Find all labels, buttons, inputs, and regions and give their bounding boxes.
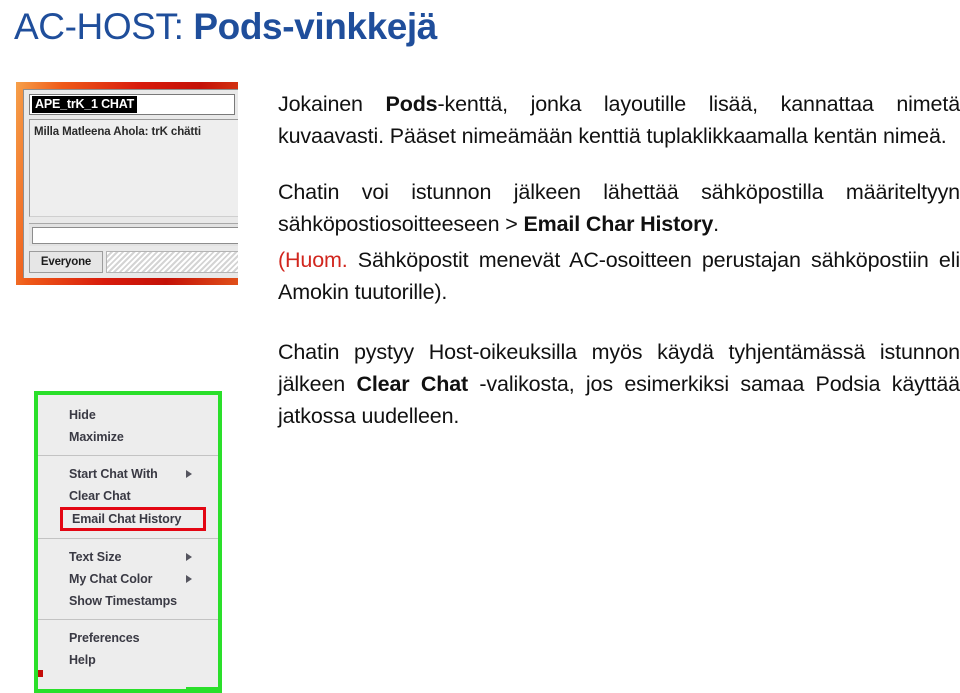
menu-item-clear-chat[interactable]: Clear Chat: [38, 485, 218, 507]
menu-item-my-chat-color[interactable]: My Chat Color: [38, 568, 218, 590]
p1-text-a: Jokainen: [278, 92, 386, 116]
menu-item-label: Preferences: [69, 631, 140, 645]
menu-item-hide[interactable]: Hide: [38, 404, 218, 426]
menu-item-label: Clear Chat: [69, 489, 131, 503]
chat-message: Milla Matleena Ahola: trK chätti: [34, 126, 201, 138]
menu-item-label: Show Timestamps: [69, 594, 178, 608]
page-title: AC-HOST: Pods-vinkkejä: [14, 2, 437, 52]
menu-item-maximize[interactable]: Maximize: [38, 426, 218, 448]
menu-item-label: My Chat Color: [69, 572, 153, 586]
screenshot-column: APE_trK_1 CHAT Milla Matleena Ahola: trK…: [16, 82, 238, 693]
chat-recipient-selector[interactable]: Everyone: [29, 251, 103, 273]
chat-name-field-value: APE_trK_1 CHAT: [32, 96, 138, 113]
chat-name-field[interactable]: APE_trK_1 CHAT: [29, 94, 235, 115]
chat-window-screenshot: APE_trK_1 CHAT Milla Matleena Ahola: trK…: [16, 82, 238, 285]
page-title-prefix: AC-HOST:: [14, 6, 194, 47]
menu-separator: [38, 619, 218, 620]
menu-separator: [38, 538, 218, 539]
menu-item-label: Start Chat With: [69, 467, 158, 481]
menu-group-appearance: Text Size My Chat Color Show Timestamps: [38, 546, 218, 612]
menu-item-preferences[interactable]: Preferences: [38, 627, 218, 649]
p1-term-pods: Pods: [385, 92, 438, 116]
menu-item-label: Text Size: [69, 550, 122, 564]
chat-message-input[interactable]: [32, 227, 238, 244]
menu-corner-marker: [38, 670, 43, 677]
chat-input-row: [29, 223, 238, 246]
paragraph-email-chat-history: Chatin voi istunnon jälkeen lähettää säh…: [278, 176, 960, 240]
chevron-right-icon: [186, 553, 192, 561]
menu-separator: [38, 455, 218, 456]
menu-bottom-tab: [186, 687, 218, 689]
menu-item-label: Email Chat History: [72, 512, 182, 526]
p4-term-clear-chat: Clear Chat: [356, 372, 469, 396]
menu-item-label: Help: [69, 653, 96, 667]
note-text: Sähköpostit menevät AC-osoitteen perusta…: [278, 248, 960, 304]
note-label: (Huom.: [278, 248, 348, 272]
p2-text-c: .: [713, 212, 719, 236]
menu-item-label: Maximize: [69, 430, 124, 444]
menu-group-window: Hide Maximize: [38, 404, 218, 448]
chevron-right-icon: [186, 575, 192, 583]
menu-item-label: Hide: [69, 408, 96, 422]
paragraph-naming-fields: Jokainen Pods-kenttä, jonka layoutille l…: [278, 88, 960, 152]
chat-window-body: APE_trK_1 CHAT Milla Matleena Ahola: trK…: [23, 89, 238, 278]
body-text-column: Jokainen Pods-kenttä, jonka layoutille l…: [278, 88, 960, 432]
paragraph-note: (Huom. Sähköpostit menevät AC-osoitteen …: [278, 244, 960, 308]
menu-item-help[interactable]: Help: [38, 649, 218, 671]
chat-message-log: Milla Matleena Ahola: trK chätti: [29, 119, 238, 217]
chevron-right-icon: [186, 470, 192, 478]
menu-item-text-size[interactable]: Text Size: [38, 546, 218, 568]
menu-group-chat: Start Chat With Clear Chat Email Chat Hi…: [38, 463, 218, 531]
paragraph-clear-chat: Chatin pystyy Host-oikeuksilla myös käyd…: [278, 336, 960, 432]
page-title-emphasis: Pods-vinkkejä: [193, 6, 437, 47]
p2-term-email-char-history: Email Char History: [523, 212, 714, 236]
chat-disabled-area: [106, 251, 238, 273]
menu-item-email-chat-history[interactable]: Email Chat History: [60, 507, 206, 531]
chat-context-menu-screenshot: Hide Maximize Start Chat With Clear Chat…: [34, 391, 222, 693]
menu-group-system: Preferences Help: [38, 627, 218, 671]
chat-footer: Everyone: [29, 251, 238, 273]
menu-item-show-timestamps[interactable]: Show Timestamps: [38, 590, 218, 612]
menu-item-start-chat-with[interactable]: Start Chat With: [38, 463, 218, 485]
